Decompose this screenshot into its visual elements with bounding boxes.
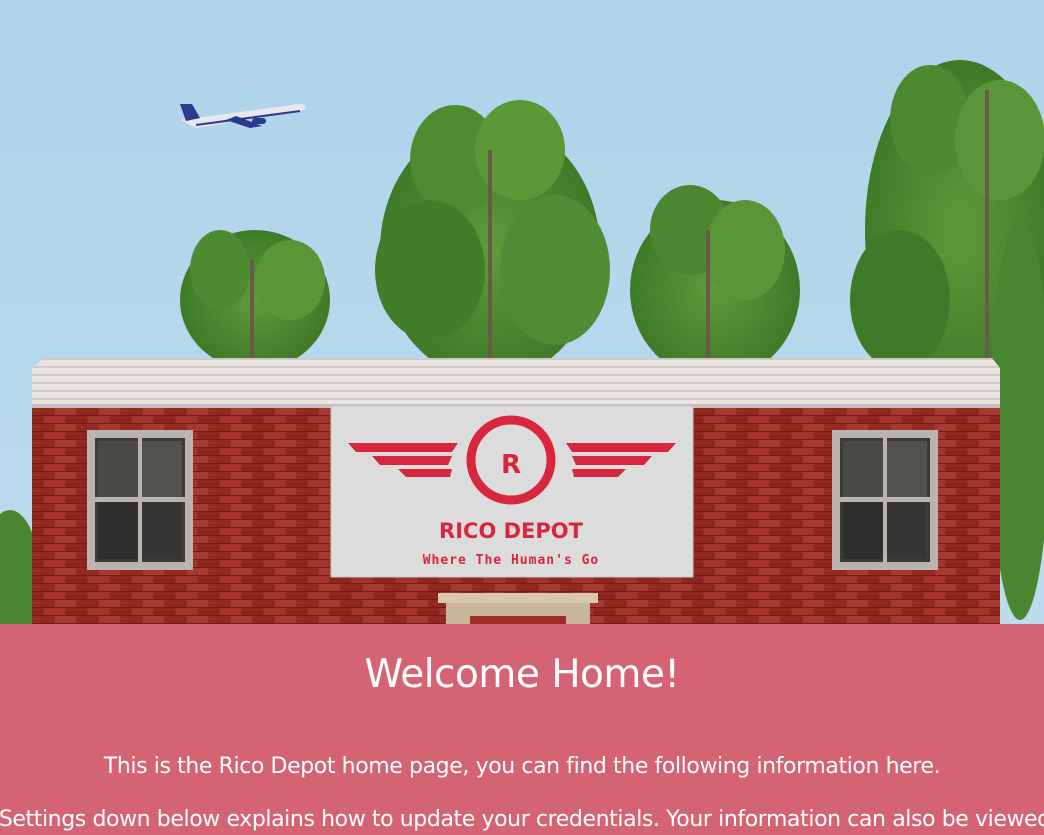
welcome-title: Welcome Home! — [364, 652, 680, 697]
store-sign: R RICO DEPOT Where The Human's Go — [330, 405, 694, 578]
window-right — [832, 430, 938, 570]
welcome-intro-text: This is the Rico Depot home page, you ca… — [103, 754, 941, 779]
door-lintel — [438, 593, 598, 603]
brand-name: RICO DEPOT — [439, 519, 584, 543]
brand-tagline: Where The Human's Go — [423, 553, 600, 568]
welcome-section: Welcome Home! This is the Rico Depot hom… — [0, 624, 1044, 835]
window-left — [87, 430, 193, 570]
home-page: R RICO DEPOT Where The Human's Go Welcom… — [0, 0, 1044, 835]
logo-letter: R — [501, 450, 521, 480]
hero-banner: R RICO DEPOT Where The Human's Go — [0, 0, 1044, 624]
hero-illustration: R RICO DEPOT Where The Human's Go — [0, 0, 1044, 624]
account-settings-text: t Settings down below explains how to up… — [0, 807, 1044, 832]
